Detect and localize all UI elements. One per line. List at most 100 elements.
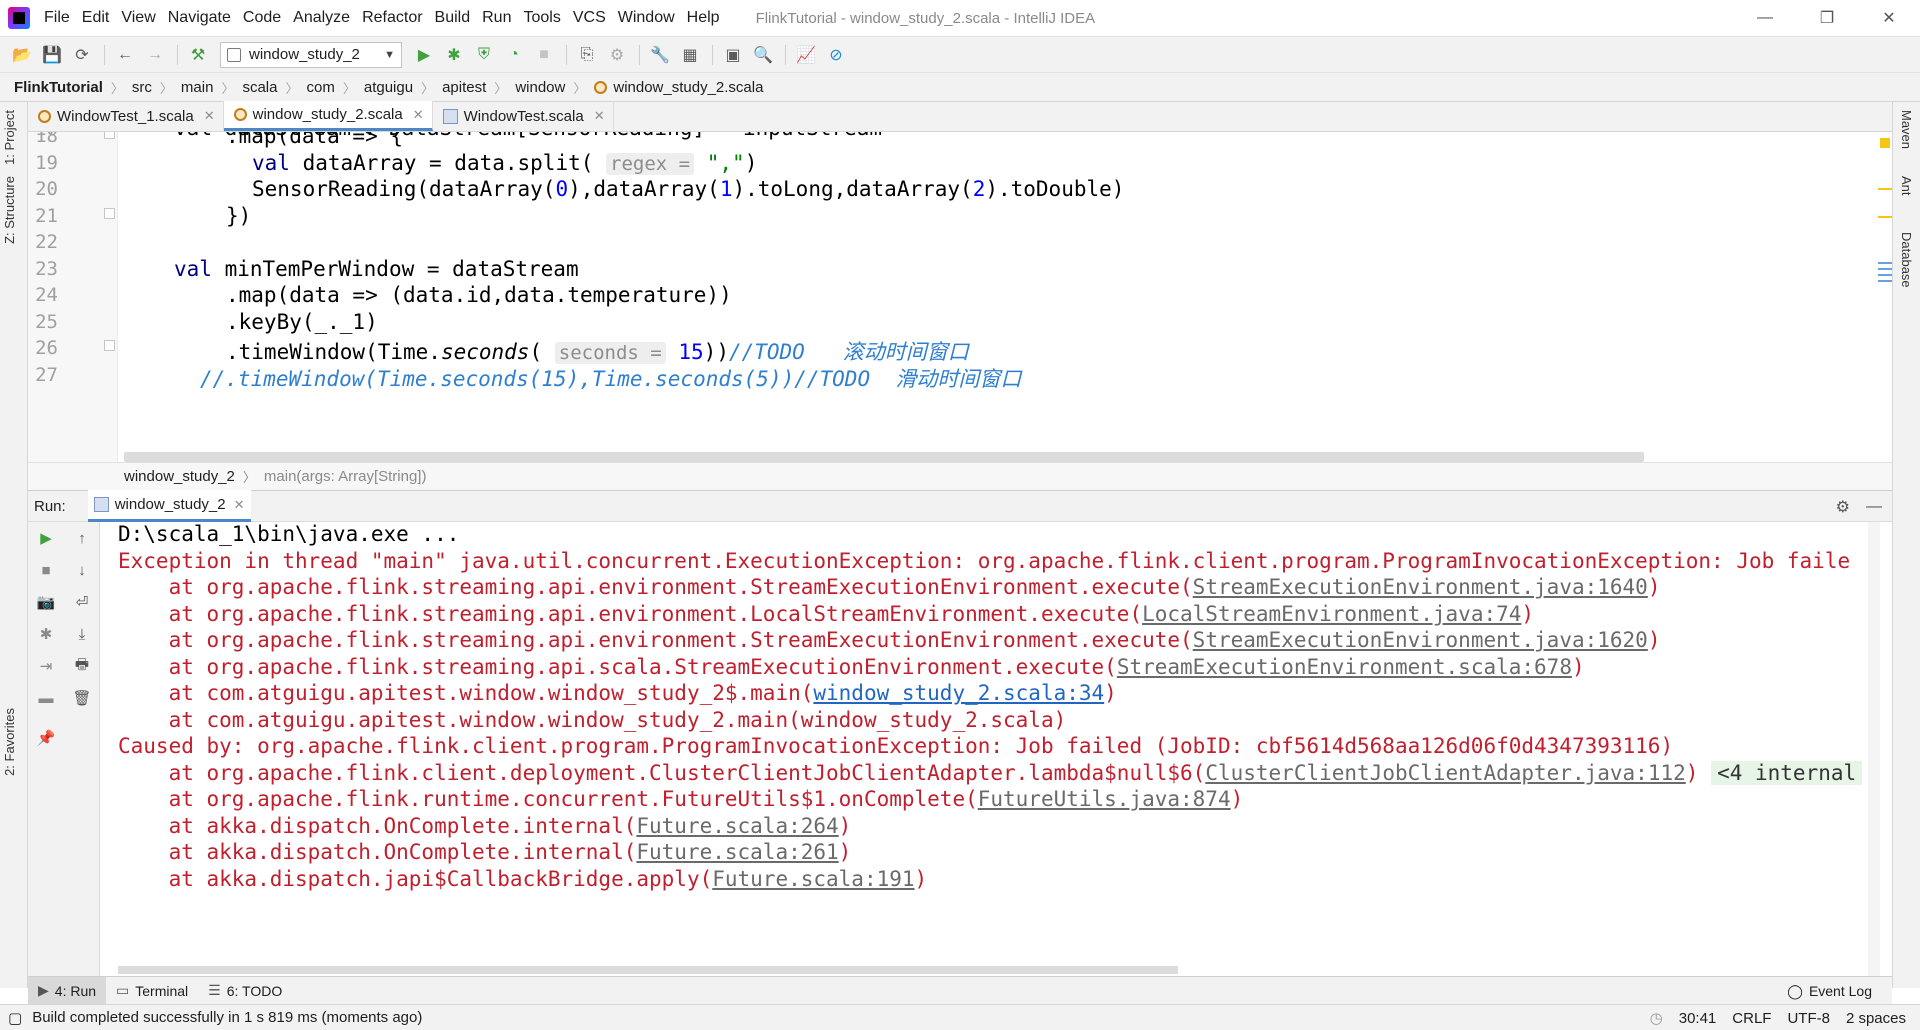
synchronize-icon[interactable]: ⟳ (68, 41, 96, 69)
tab-terminal[interactable]: ▭ Terminal (106, 977, 198, 1005)
console-horizontal-scrollbar[interactable] (118, 966, 1178, 974)
close-tab-icon[interactable]: ✕ (234, 497, 245, 513)
breadcrumb-apitest[interactable]: apitest (442, 79, 486, 96)
breadcrumb-window[interactable]: window (515, 79, 565, 96)
stacktrace-link[interactable]: FutureUtils.java:874 (978, 787, 1231, 811)
open-folder-icon[interactable]: 📂 (8, 41, 36, 69)
menu-run[interactable]: Run (476, 9, 517, 27)
debug-icon[interactable]: ✱ (28, 618, 64, 650)
menu-view[interactable]: View (115, 9, 161, 27)
tab-window-study-2[interactable]: window_study_2.scala ✕ (223, 101, 433, 131)
minimize-icon[interactable]: — (1734, 0, 1796, 36)
fold-marker-icon[interactable] (104, 132, 115, 139)
console-vertical-scrollbar[interactable] (1868, 522, 1880, 976)
run-tab[interactable]: window_study_2 ✕ (87, 490, 251, 522)
code-editor[interactable]: 17 18 19 20 21 22 23 24 25 26 27 val dat… (28, 132, 1892, 462)
console-output[interactable]: D:\scala_1\bin\java.exe ... Exception in… (100, 522, 1880, 976)
inspection-icon[interactable]: ◷ (1650, 1009, 1663, 1027)
close-tab-icon[interactable]: ✕ (204, 108, 215, 124)
breadcrumb-atguigu[interactable]: atguigu (364, 79, 413, 96)
tab-todo[interactable]: ☰ 6: TODO (198, 977, 292, 1005)
line-separator[interactable]: CRLF (1732, 1010, 1771, 1027)
stacktrace-link[interactable]: window_study_2.scala:34 (813, 681, 1104, 705)
pin-icon[interactable]: 📌 (28, 722, 64, 754)
stacktrace-link[interactable]: StreamExecutionEnvironment.java:1620 (1193, 628, 1648, 652)
indent-setting[interactable]: 2 spaces (1846, 1010, 1906, 1027)
menu-vcs[interactable]: VCS (567, 9, 612, 27)
breadcrumb-project[interactable]: FlinkTutorial (14, 79, 103, 96)
search-icon[interactable]: 🔍 (749, 41, 777, 69)
arrow-up-icon[interactable]: ↑ (64, 522, 100, 554)
breadcrumb-scala[interactable]: scala (242, 79, 277, 96)
internal-frames-badge[interactable]: <4 internal (1711, 761, 1863, 785)
tool-tab-favorites[interactable]: 2: Favorites (2, 708, 17, 776)
scroll-to-end-icon[interactable]: ⤓ (64, 618, 100, 650)
forward-icon[interactable]: → (141, 41, 169, 69)
dump-threads-icon[interactable]: 📷 (28, 586, 64, 618)
menu-navigate[interactable]: Navigate (162, 9, 237, 27)
coverage-icon[interactable]: ⚙ (603, 41, 631, 69)
menu-window[interactable]: Window (612, 9, 681, 27)
rerun-icon[interactable]: ▶ (28, 522, 64, 554)
tool-tab-database[interactable]: Database (1899, 232, 1914, 288)
run-configuration-select[interactable]: window_study_2 ▼ (220, 41, 402, 68)
breadcrumb-main[interactable]: main (181, 79, 214, 96)
tab-windowtest-1[interactable]: WindowTest_1.scala ✕ (28, 101, 224, 131)
breadcrumb-src[interactable]: src (132, 79, 152, 96)
tab-run[interactable]: ▶ 4: Run (28, 976, 107, 1005)
status-panel-icon[interactable]: ▢ (8, 1009, 22, 1027)
menu-edit[interactable]: Edit (76, 9, 116, 27)
fold-marker-icon[interactable] (104, 208, 115, 219)
stacktrace-link[interactable]: LocalStreamEnvironment.java:74 (1142, 602, 1521, 626)
attach-debugger-icon[interactable]: ⎘ (573, 41, 601, 69)
tab-windowtest[interactable]: WindowTest.scala ✕ (433, 101, 614, 131)
tool-tab-ant[interactable]: Ant (1899, 176, 1914, 196)
fold-marker-icon[interactable] (104, 340, 115, 351)
stop-icon[interactable]: ■ (28, 554, 64, 586)
editor-error-stripe[interactable] (1878, 132, 1892, 462)
build-hammer-icon[interactable]: ⚒ (184, 41, 212, 69)
stacktrace-link[interactable]: Future.scala:264 (636, 814, 838, 838)
menu-help[interactable]: Help (681, 9, 726, 27)
exit-icon[interactable]: ⇥ (28, 650, 64, 682)
breadcrumb-file[interactable]: window_study_2.scala (613, 79, 763, 96)
tool-tab-project[interactable]: 1: Project (2, 110, 17, 165)
tool-tab-structure[interactable]: Z: Structure (2, 176, 17, 244)
close-tab-icon[interactable]: ✕ (594, 108, 605, 124)
stacktrace-link[interactable]: ClusterClientJobClientAdapter.java:112 (1205, 761, 1685, 785)
stacktrace-link[interactable]: Future.scala:191 (712, 867, 914, 891)
activity-monitor-icon[interactable]: 📈 (792, 41, 820, 69)
settings-wrench-icon[interactable]: 🔧 (646, 41, 674, 69)
menu-file[interactable]: File (38, 9, 76, 27)
breadcrumb-com[interactable]: com (307, 79, 335, 96)
menu-build[interactable]: Build (429, 9, 477, 27)
menu-analyze[interactable]: Analyze (287, 9, 356, 27)
gear-icon[interactable]: ⚙ (1836, 497, 1850, 517)
stacktrace-link[interactable]: Future.scala:261 (636, 840, 838, 864)
power-save-icon[interactable]: ⊘ (822, 41, 850, 69)
soft-wrap-icon[interactable]: ⏎ (64, 586, 100, 618)
close-window-icon[interactable]: ✕ (1858, 0, 1920, 36)
hide-panel-icon[interactable]: — (1866, 498, 1882, 516)
layout-icon[interactable]: ▬ (28, 682, 64, 714)
crumb-method[interactable]: main(args: Array[String]) (264, 468, 427, 485)
run-with-coverage-icon[interactable]: ⛨ (470, 41, 498, 69)
editor-horizontal-scrollbar[interactable] (124, 452, 1644, 462)
menu-tools[interactable]: Tools (517, 9, 566, 27)
stacktrace-link[interactable]: StreamExecutionEnvironment.scala:678 (1117, 655, 1572, 679)
print-icon[interactable]: 🖶 (64, 650, 100, 682)
menu-refactor[interactable]: Refactor (356, 9, 428, 27)
trash-icon[interactable]: 🗑 (64, 682, 100, 714)
run-icon[interactable]: ▶ (410, 41, 438, 69)
stacktrace-link[interactable]: StreamExecutionEnvironment.java:1640 (1193, 575, 1648, 599)
arrow-down-icon[interactable]: ↓ (64, 554, 100, 586)
debug-icon[interactable]: ✱ (440, 41, 468, 69)
file-encoding[interactable]: UTF-8 (1787, 1010, 1830, 1027)
project-structure-icon[interactable]: ▦ (676, 41, 704, 69)
presentation-icon[interactable]: ▣ (719, 41, 747, 69)
crumb-object[interactable]: window_study_2 (124, 468, 235, 485)
tool-tab-maven[interactable]: Maven (1899, 110, 1914, 149)
back-icon[interactable]: ← (111, 41, 139, 69)
restore-icon[interactable]: ❐ (1796, 0, 1858, 36)
event-log-button[interactable]: ◯ Event Log (1787, 977, 1872, 1005)
